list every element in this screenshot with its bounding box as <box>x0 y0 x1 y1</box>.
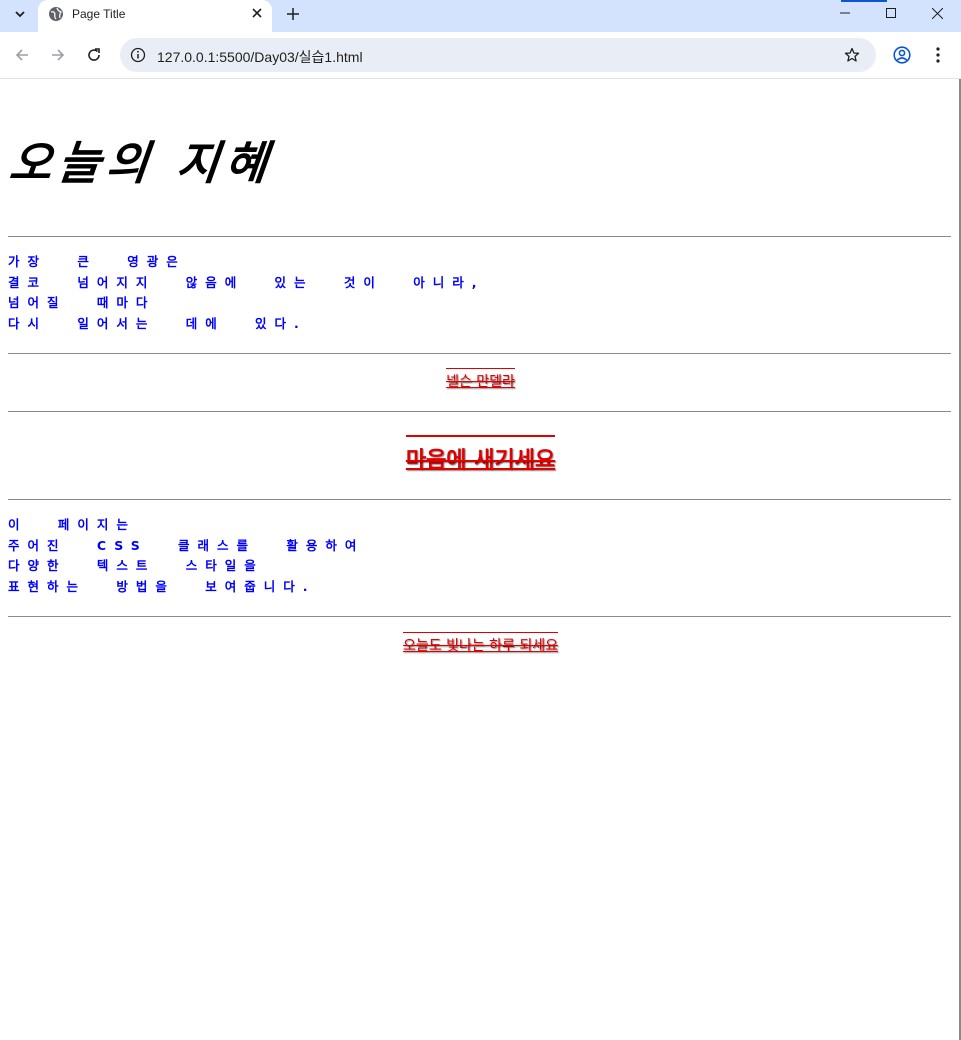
page-content: 오늘의 지혜 가장 큰 영광은 결코 넘어지지 않음에 있는 것이 아니라, 넘… <box>0 79 961 1040</box>
back-button[interactable] <box>10 43 34 67</box>
reload-button[interactable] <box>82 43 106 67</box>
tab-title: Page Title <box>72 7 126 21</box>
back-arrow-icon <box>15 49 28 61</box>
tab-close-button[interactable] <box>248 4 266 22</box>
reload-icon <box>88 48 100 61</box>
quote-block: 가장 큰 영광은 결코 넘어지지 않음에 있는 것이 아니라, 넘어질 때마다 … <box>8 252 485 334</box>
minimize-button[interactable] <box>822 0 868 26</box>
info-icon[interactable] <box>130 47 146 63</box>
description-block: 이 페이지는 주어진 CSS 클래스를 활용하여 다양한 텍스트 스타일을 표현… <box>8 515 364 597</box>
minimize-icon <box>840 12 850 14</box>
globe-icon <box>49 7 63 21</box>
quote-line: 결코 넘어지지 않음에 있는 것이 아니라, <box>8 274 485 290</box>
tab-search-icon <box>15 11 25 18</box>
profile-icon <box>893 46 911 64</box>
window-close-button[interactable] <box>914 0 960 26</box>
browser-menu-button[interactable] <box>926 43 950 67</box>
description-line: 이 페이지는 <box>8 517 136 532</box>
quote-line: 넘어질 때마다 <box>8 295 156 310</box>
browser-tab[interactable]: Page Title <box>38 0 272 32</box>
quote-author: 넬슨 만델라 <box>0 368 961 391</box>
profile-button[interactable] <box>890 43 914 67</box>
closing-message: 오늘도 빛나는 하루 되세요 <box>0 632 961 655</box>
url-text[interactable]: 127.0.0.1:5500/Day03/실습1.html <box>157 47 363 67</box>
maximize-button[interactable] <box>868 0 914 26</box>
window-close-icon <box>931 7 943 19</box>
emphasis-label: 마음에 새기세요 <box>405 435 556 474</box>
author-text: 넬슨 만델라 <box>446 368 515 391</box>
emphasis-text: 마음에 새기세요 <box>0 435 961 474</box>
tab-search-button[interactable] <box>8 3 32 25</box>
divider <box>8 499 951 500</box>
star-icon <box>844 47 860 62</box>
divider <box>8 616 951 617</box>
page-heading: 오늘의 지혜 <box>6 136 277 190</box>
forward-arrow-icon <box>52 49 65 61</box>
description-line: 표현하는 방법을 보여줍니다. <box>8 578 316 594</box>
quote-line: 가장 큰 영광은 <box>8 254 186 269</box>
address-bar[interactable]: 127.0.0.1:5500/Day03/실습1.html <box>120 38 876 72</box>
divider <box>8 353 951 354</box>
browser-toolbar: 127.0.0.1:5500/Day03/실습1.html <box>0 32 961 79</box>
divider <box>8 236 951 237</box>
divider <box>8 411 951 412</box>
bookmark-button[interactable] <box>842 45 862 65</box>
closing-text: 오늘도 빛나는 하루 되세요 <box>402 632 559 655</box>
quote-line: 다시 일어서는 데에 있다. <box>8 315 307 331</box>
new-tab-button[interactable] <box>282 3 304 25</box>
maximize-icon <box>886 8 896 18</box>
description-line: 다양한 텍스트 스타일을 <box>8 558 264 573</box>
close-icon <box>252 8 262 18</box>
plus-icon <box>287 8 299 20</box>
description-line: 주어진 CSS 클래스를 활용하여 <box>8 537 365 553</box>
forward-button[interactable] <box>46 43 70 67</box>
tab-strip: Page Title <box>0 0 961 32</box>
kebab-menu-icon <box>936 47 940 63</box>
